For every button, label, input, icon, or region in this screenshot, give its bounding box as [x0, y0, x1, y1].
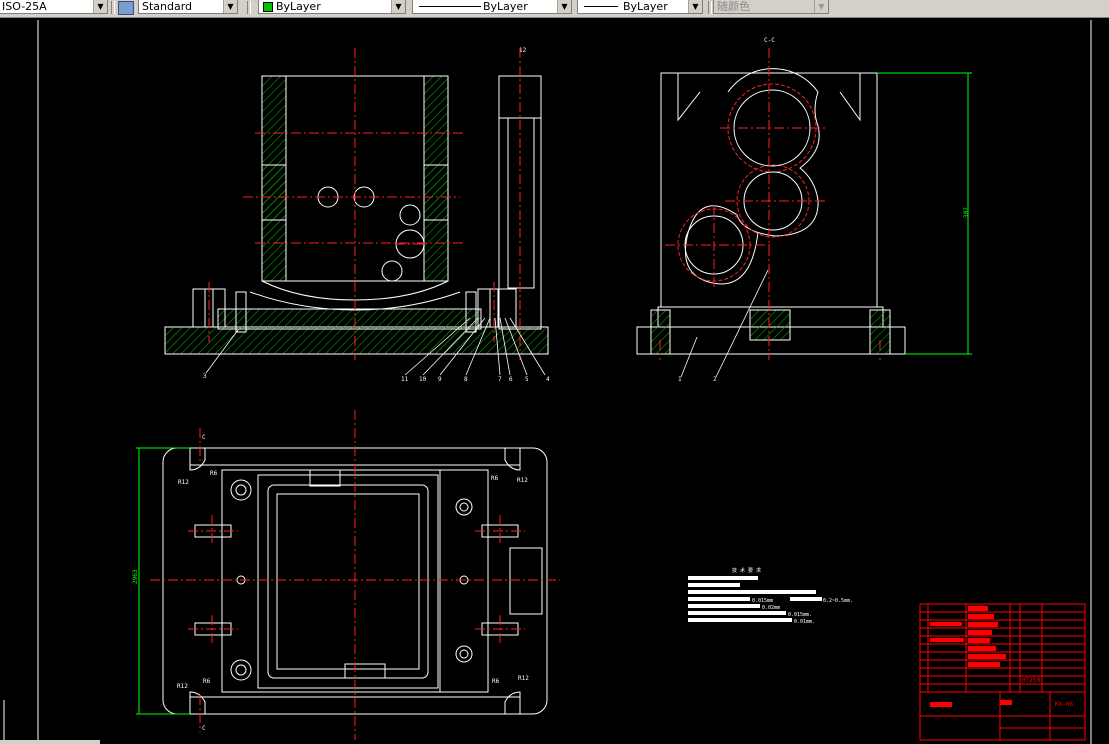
balloon-label: 7: [498, 376, 502, 383]
chevron-down-icon[interactable]: ▼: [223, 0, 237, 13]
toolbar-separator: [708, 1, 712, 14]
layer-combo[interactable]: ISO-25A ▼: [0, 0, 108, 14]
balloon-label: 3: [203, 373, 207, 380]
chevron-down-icon[interactable]: ▼: [391, 0, 405, 13]
chevron-down-icon[interactable]: ▼: [814, 0, 828, 13]
balloon-label: 9: [438, 376, 442, 383]
balloon-label: 6: [509, 376, 513, 383]
dim-height-label: 307: [963, 207, 970, 218]
toolbar-separator: [111, 1, 115, 14]
toolbar-separator: [247, 1, 251, 14]
drawing-canvas[interactable]: 11 10 9 8 7 6 5 4 3 12 307 C-C 1 2 2963 …: [0, 18, 1109, 744]
chevron-down-icon[interactable]: ▼: [557, 0, 571, 13]
note-line: 0.02mm: [762, 605, 780, 611]
color-combo-value: ByLayer: [276, 0, 321, 13]
section-label: C-C: [764, 37, 775, 44]
section-mark: C: [202, 725, 206, 732]
plot-style-combo-value: 随颜色: [717, 0, 750, 13]
side-view: [636, 68, 906, 355]
color-combo[interactable]: ByLayer ▼: [258, 0, 406, 14]
color-swatch-icon: [263, 2, 273, 12]
radius-label: R6: [491, 475, 499, 482]
lineweight-combo-value: ByLayer: [623, 0, 668, 13]
linetype-preview: [419, 6, 481, 7]
radius-label: R6: [210, 470, 218, 477]
balloon-label: 8: [464, 376, 468, 383]
note-line: 0.2~0.5mm.: [823, 598, 853, 604]
top-view-text: 2963 C C R12 R6 R6 R12 R12 R6 R6 R12: [132, 434, 529, 732]
side-view-dimension: [877, 72, 972, 355]
balloon-label: 11: [401, 376, 409, 383]
part-label-top: 12: [519, 47, 527, 54]
balloon-label: 5: [525, 376, 529, 383]
linetype-combo-value: ByLayer: [483, 0, 528, 13]
chevron-down-icon[interactable]: ▼: [93, 0, 107, 13]
linetype-combo[interactable]: ByLayer ▼: [412, 0, 572, 14]
side-view-bores: [684, 89, 811, 275]
radius-label: R12: [177, 683, 188, 690]
notes-title: 技 术 要 求: [732, 567, 761, 574]
section-mark: C: [202, 434, 206, 441]
top-view-centerlines: [150, 410, 560, 740]
text-style-combo-value: Standard: [142, 0, 193, 13]
radius-label: R12: [178, 479, 189, 486]
drawing-code: KX-06: [1055, 701, 1073, 708]
radius-label: R12: [518, 675, 529, 682]
radius-label: R12: [517, 477, 528, 484]
layout-tabs[interactable]: [0, 740, 100, 744]
radius-label: R6: [203, 678, 211, 685]
chevron-down-icon[interactable]: ▼: [688, 0, 702, 13]
radius-label: R6: [492, 678, 500, 685]
material-label: HT250: [1022, 677, 1040, 684]
balloon-label: 4: [546, 376, 550, 383]
properties-toolbar: ISO-25A ▼ Standard ▼ ByLayer ▼ ByLayer ▼…: [0, 0, 1109, 18]
note-line: 0.01mm.: [794, 619, 815, 625]
lineweight-preview: [584, 6, 618, 7]
lineweight-combo[interactable]: ByLayer ▼: [577, 0, 703, 14]
note-line: 0.015mm: [752, 598, 773, 604]
front-view: [164, 75, 549, 355]
text-style-icon[interactable]: [118, 1, 134, 15]
technical-notes: 技 术 要 求 0.015mm 0.2~0.5mm. 0.02mm 0.015m…: [688, 567, 853, 625]
dim-width-label: 2963: [132, 569, 139, 584]
layer-combo-value: ISO-25A: [2, 0, 47, 13]
balloon-label: 10: [419, 376, 427, 383]
text-style-combo[interactable]: Standard ▼: [138, 0, 238, 14]
note-line: 0.015mm.: [788, 612, 812, 618]
plot-style-combo[interactable]: 随颜色 ▼: [713, 0, 829, 14]
